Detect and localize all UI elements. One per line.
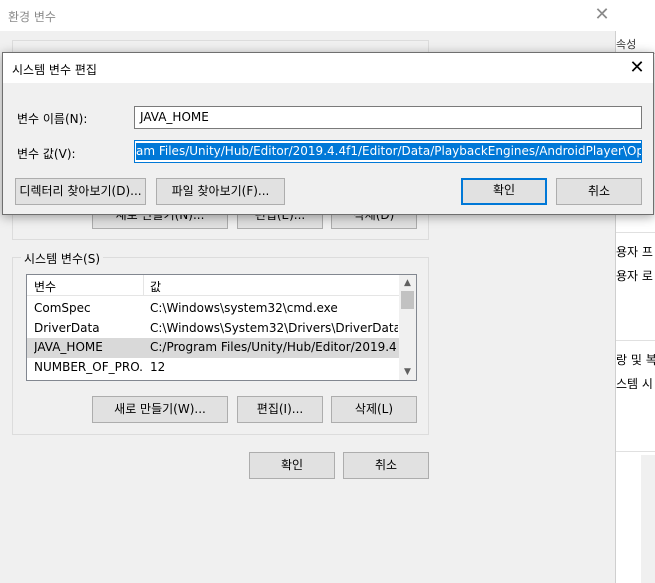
column-divider[interactable] [143, 275, 144, 296]
browse-directory-button[interactable]: 디렉터리 찾아보기(D)... [15, 178, 146, 205]
background-text-1: 용자 프 [616, 245, 653, 259]
column-header-value[interactable]: 값 [150, 278, 161, 295]
column-header-variable[interactable]: 변수 [34, 278, 56, 295]
env-cancel-button[interactable]: 취소 [343, 452, 429, 479]
env-window-title: 환경 변수 [8, 10, 56, 24]
row-value: 12 [150, 360, 166, 374]
background-divider [616, 451, 655, 452]
chevron-down-icon[interactable]: ▼ [399, 364, 416, 380]
system-new-button[interactable]: 새로 만들기(W)... [92, 396, 228, 423]
table-row[interactable]: ComSpec C:\Windows\system32\cmd.exe [27, 299, 400, 319]
table-row-selected[interactable]: JAVA_HOME C:/Program Files/Unity/Hub/Edi… [27, 338, 400, 358]
dialog-titlebar: 시스템 변수 편집 ✕ [3, 53, 653, 83]
row-value: C:/Program Files/Unity/Hub/Editor/2019.4… [150, 340, 398, 354]
edit-system-variable-dialog: 시스템 변수 편집 ✕ 변수 이름(N): JAVA_HOME 변수 값(V):… [2, 52, 654, 215]
close-icon[interactable]: ✕ [628, 57, 646, 79]
table-row[interactable]: DriverData C:\Windows\System32\Drivers\D… [27, 319, 400, 339]
row-name: JAVA_HOME [34, 340, 103, 354]
row-value: C:\Windows\System32\Drivers\DriverData [150, 321, 398, 335]
row-value: C:\Windows\system32\cmd.exe [150, 301, 338, 315]
variable-value-label: 변수 값(V): [17, 147, 76, 161]
env-ok-button[interactable]: 확인 [249, 452, 335, 479]
variable-name-input[interactable]: JAVA_HOME [134, 106, 642, 129]
chevron-up-icon[interactable]: ▲ [399, 275, 416, 291]
dialog-title: 시스템 변수 편집 [12, 63, 97, 77]
background-text-4: 스템 시 [616, 377, 653, 391]
background-divider [616, 340, 655, 341]
variable-name-label: 변수 이름(N): [17, 112, 88, 126]
close-icon[interactable]: ✕ [593, 5, 611, 25]
row-name: ComSpec [34, 301, 91, 315]
background-text-3: 랑 및 복 [616, 353, 655, 367]
system-edit-button[interactable]: 편집(I)... [237, 396, 323, 423]
table-row[interactable]: NUMBER_OF_PRO... 12 [27, 358, 400, 378]
row-name: NUMBER_OF_PRO... [34, 360, 144, 374]
system-delete-button[interactable]: 삭제(L) [331, 396, 417, 423]
variable-name-value: JAVA_HOME [140, 110, 209, 124]
env-titlebar: 환경 변수 ✕ [0, 0, 616, 31]
system-variables-label: 시스템 변수(S) [21, 250, 103, 267]
variable-value-input[interactable]: am Files/Unity/Hub/Editor/2019.4.4f1/Edi… [134, 140, 642, 163]
dialog-ok-button[interactable]: 확인 [461, 178, 547, 205]
dialog-cancel-button[interactable]: 취소 [556, 178, 642, 205]
scrollbar-thumb[interactable] [401, 291, 414, 309]
row-name: DriverData [34, 321, 100, 335]
background-scrollbar[interactable] [641, 455, 655, 583]
system-variables-list[interactable]: 변수 값 ComSpec C:\Windows\system32\cmd.exe… [26, 274, 417, 381]
browse-file-button[interactable]: 파일 찾아보기(F)... [156, 178, 285, 205]
list-scrollbar[interactable]: ▲ ▼ [399, 275, 416, 380]
background-divider [616, 232, 655, 233]
list-header: 변수 값 [27, 275, 416, 296]
background-text-2: 용자 로 [616, 269, 653, 283]
variable-value-selected-text: am Files/Unity/Hub/Editor/2019.4.4f1/Edi… [136, 143, 641, 160]
